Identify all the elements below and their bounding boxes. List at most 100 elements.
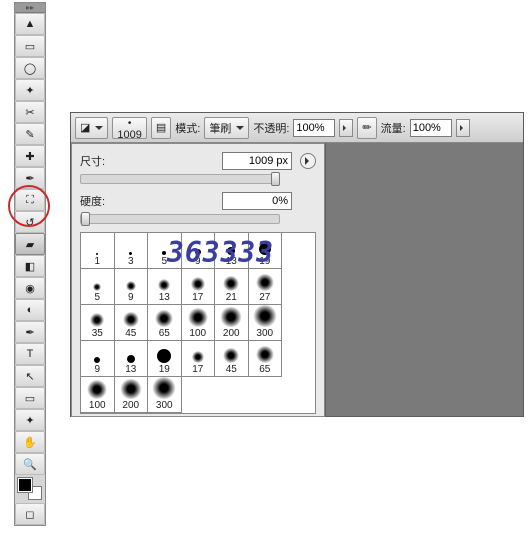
brush-preset[interactable]: 5 (81, 269, 115, 305)
healing-tool[interactable]: ✚ (15, 145, 45, 167)
preset-size-label: 100 (189, 328, 206, 339)
preset-size-label: 9 (94, 364, 100, 375)
panel-grip[interactable]: ▸▸ (15, 3, 45, 13)
opacity-label: 不透明: (253, 120, 289, 136)
tools-panel: ▸▸ ▲▭◯✦✂✎✚✒⛶↺▰◧◉◐✒T↖▭✦✋🔍 ◻ (14, 2, 46, 526)
size-input[interactable] (222, 152, 292, 170)
hardness-input[interactable] (222, 192, 292, 210)
brush-preset[interactable]: 3 (115, 233, 149, 269)
dodge-tool[interactable]: ◐ (15, 299, 45, 321)
brush-preset[interactable]: 9 (81, 341, 115, 377)
crop-tool[interactable]: ✂ (15, 101, 45, 123)
hardness-label: 硬度: (80, 193, 124, 209)
brush-preset[interactable]: 1 (81, 233, 115, 269)
3d-tool[interactable]: ✦ (15, 409, 45, 431)
wand-tool[interactable]: ✦ (15, 79, 45, 101)
brush-preset[interactable]: 17 (182, 269, 216, 305)
preset-size-label: 27 (259, 292, 270, 303)
brush-preset-popup: 尺寸: 硬度: 13591319591317212735456510020030… (71, 143, 325, 417)
preset-size-label: 100 (89, 400, 106, 411)
preset-size-label: 65 (159, 328, 170, 339)
type-tool[interactable]: T (15, 343, 45, 365)
preset-size-label: 45 (125, 328, 136, 339)
shape-tool[interactable]: ▭ (15, 387, 45, 409)
eraser-tool[interactable]: ▰ (15, 233, 45, 255)
eyedropper-tool[interactable]: ✎ (15, 123, 45, 145)
preset-size-label: 17 (192, 292, 203, 303)
tablet-icon: ✏ (362, 121, 371, 134)
brush-preset[interactable]: 200 (215, 305, 249, 341)
preset-size-label: 13 (125, 364, 136, 375)
brush-preset[interactable]: 300 (148, 377, 182, 413)
flow-input[interactable] (410, 119, 452, 137)
mode-label: 模式: (175, 120, 200, 136)
brush-preset[interactable]: 9 (115, 269, 149, 305)
preset-size-label: 200 (122, 400, 139, 411)
brush-preset[interactable]: 19 (148, 341, 182, 377)
flow-label: 流量: (381, 120, 406, 136)
quick-mask-tool[interactable]: ◻ (15, 503, 45, 525)
brush-preset[interactable]: 45 (115, 305, 149, 341)
watermark-text: 363333 (167, 236, 274, 269)
canvas-area[interactable] (325, 143, 523, 416)
brush-size-number: 1009 (117, 131, 141, 140)
popup-flyout-button[interactable] (300, 153, 316, 169)
brush-preset[interactable]: 13 (148, 269, 182, 305)
brush-panel-icon: ▤ (156, 121, 166, 134)
flow-arrow[interactable] (456, 119, 470, 137)
size-thumb[interactable] (271, 172, 280, 186)
brush-preset[interactable]: 45 (215, 341, 249, 377)
hardness-slider[interactable] (80, 214, 280, 224)
lasso-tool[interactable]: ◯ (15, 57, 45, 79)
mode-value: 筆刷 (209, 120, 231, 136)
hardness-thumb[interactable] (81, 212, 90, 226)
tool-preset-picker[interactable]: ◪ (75, 117, 108, 139)
opacity-input[interactable] (293, 119, 335, 137)
foreground-color[interactable] (18, 478, 32, 492)
preset-size-label: 5 (94, 292, 100, 303)
color-swatch[interactable] (16, 478, 44, 500)
hand-tool[interactable]: ✋ (15, 431, 45, 453)
preset-size-label: 3 (128, 256, 134, 267)
brush-panel-toggle[interactable]: ▤ (151, 117, 171, 139)
brush-preset[interactable]: 300 (249, 305, 283, 341)
brush-preset[interactable]: 35 (81, 305, 115, 341)
history-brush-tool[interactable]: ↺ (15, 211, 45, 233)
blur-tool[interactable]: ◉ (15, 277, 45, 299)
eraser-icon: ◪ (80, 121, 90, 134)
move-tool[interactable]: ▲ (15, 13, 45, 35)
brush-preset[interactable]: 200 (115, 377, 149, 413)
preset-size-label: 1 (94, 256, 100, 267)
size-label: 尺寸: (80, 153, 124, 169)
gradient-tool[interactable]: ◧ (15, 255, 45, 277)
stamp-tool[interactable]: ⛶ (15, 189, 45, 211)
preset-size-label: 300 (256, 328, 273, 339)
brush-preset[interactable]: 100 (81, 377, 115, 413)
mode-select[interactable]: 筆刷 (204, 117, 249, 139)
preset-size-label: 45 (226, 364, 237, 375)
brush-preset[interactable]: 27 (249, 269, 283, 305)
opacity-arrow[interactable] (339, 119, 353, 137)
preset-size-label: 35 (92, 328, 103, 339)
zoom-tool[interactable]: 🔍 (15, 453, 45, 475)
brush-preset[interactable]: 17 (182, 341, 216, 377)
brush-preset[interactable]: 13 (115, 341, 149, 377)
brush-preset-picker[interactable]: • 1009 (112, 117, 146, 139)
brush-preset[interactable]: 21 (215, 269, 249, 305)
preset-size-label: 300 (156, 400, 173, 411)
preset-size-label: 13 (159, 292, 170, 303)
marquee-tool[interactable]: ▭ (15, 35, 45, 57)
options-bar: ◪ • 1009 ▤ 模式: 筆刷 不透明: ✏ 流量: (71, 113, 523, 143)
preset-size-label: 21 (226, 292, 237, 303)
pen-tool[interactable]: ✒ (15, 321, 45, 343)
brush-preset[interactable]: 65 (148, 305, 182, 341)
brush-tool[interactable]: ✒ (15, 167, 45, 189)
preset-size-label: 200 (223, 328, 240, 339)
pressure-opacity-toggle[interactable]: ✏ (357, 117, 376, 139)
path-tool[interactable]: ↖ (15, 365, 45, 387)
brush-preset[interactable]: 65 (249, 341, 283, 377)
canvas-window: ◪ • 1009 ▤ 模式: 筆刷 不透明: ✏ 流量: 尺寸: 硬度: (70, 112, 524, 417)
brush-preset[interactable]: 100 (182, 305, 216, 341)
size-slider[interactable] (80, 174, 280, 184)
preset-size-label: 17 (192, 364, 203, 375)
